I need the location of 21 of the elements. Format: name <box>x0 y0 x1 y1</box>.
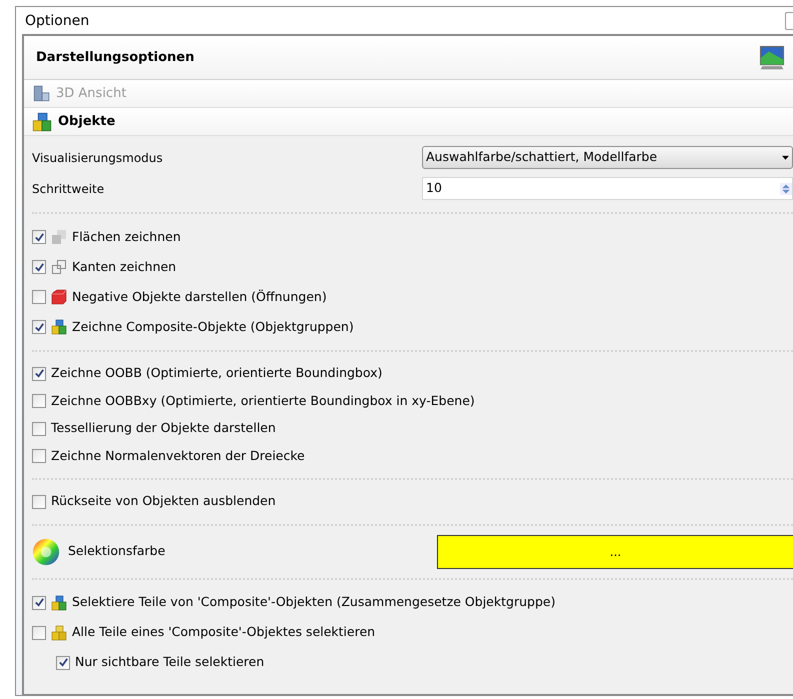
checkbox-label[interactable]: Rückseite von Objekten ausblenden <box>51 492 276 512</box>
checkbox-label[interactable]: Selektiere Teile von 'Composite'-Objekten (Zusammengesetze Objektgruppe) <box>72 593 556 612</box>
section-header[interactable]: Objekte <box>24 108 793 136</box>
checkbox-label[interactable]: Negative Objekte darstellen (Öffnungen) <box>72 288 327 306</box>
checkbox-label[interactable]: Zeichne OOBB (Optimierte, orientierte Boundingbox) <box>51 364 382 384</box>
checkbox-label[interactable]: Flächen zeichnen <box>72 228 181 246</box>
color-label: Selektionsfarbe <box>68 542 166 560</box>
window-title: Optionen <box>24 12 90 31</box>
dropdown[interactable]: Auswahlfarbe/schattiert, Modellfarbe <box>422 146 793 169</box>
field-label: Visualisierungsmodus <box>32 150 164 166</box>
checkbox-label[interactable]: Nur sichtbare Teile selektieren <box>75 653 264 672</box>
checkbox-label[interactable]: Kanten zeichnen <box>72 258 176 276</box>
field-label: Schrittweite <box>32 180 106 198</box>
panel-title: Darstellungsoptionen <box>36 48 194 67</box>
number-field[interactable]: 10 <box>422 177 793 200</box>
checkbox-label[interactable]: Tessellierung der Objekte darstellen <box>51 419 276 438</box>
checkbox-label[interactable]: Zeichne Composite-Objekte (Objektgruppen) <box>72 318 354 336</box>
checkbox-label[interactable]: Zeichne OOBBxy (Optimierte, orientierte Boundingbox in xy-Ebene) <box>51 392 475 411</box>
checkbox-label[interactable]: Zeichne Normalenvektoren der Dreiecke <box>51 446 305 466</box>
color-button[interactable]: ... <box>437 534 793 568</box>
checkbox-label[interactable]: Alle Teile eines 'Composite'-Objektes selektieren <box>72 623 376 642</box>
